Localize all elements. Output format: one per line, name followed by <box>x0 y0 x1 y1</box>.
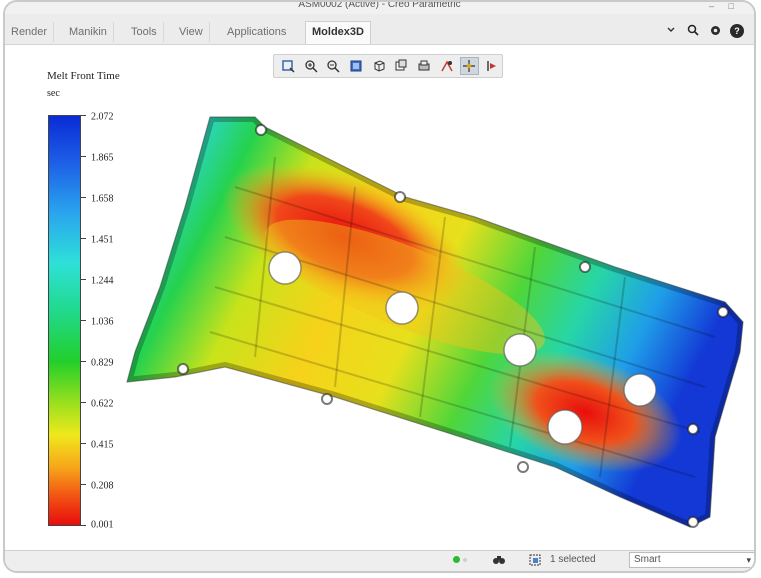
status-bar: 1 selected Smart ▾ <box>5 550 754 571</box>
find-icon[interactable] <box>491 553 507 569</box>
graphics-toolbar <box>273 54 503 78</box>
annotation-display-icon[interactable] <box>482 57 502 75</box>
legend-tick <box>81 115 86 116</box>
app-window: ASM0002 (Active) - Creo Parametric – □ R… <box>3 0 756 573</box>
tab-manikin[interactable]: Manikin <box>63 22 114 42</box>
status-light-icon[interactable] <box>453 556 460 563</box>
legend-tick <box>81 443 86 444</box>
legend-label: 0.415 <box>91 439 114 451</box>
melt-front-model[interactable] <box>115 97 755 537</box>
datum-display-icon[interactable] <box>437 57 457 75</box>
legend-label: 2.072 <box>91 111 114 123</box>
zoom-out-icon[interactable] <box>323 57 343 75</box>
legend-label: 0.001 <box>91 519 114 531</box>
refit-icon[interactable] <box>278 57 298 75</box>
legend-tick <box>81 525 86 526</box>
chevron-down-icon[interactable] <box>664 24 678 38</box>
ribbon-quick-icons: ? <box>664 24 744 38</box>
spin-center-icon[interactable] <box>459 57 480 75</box>
legend-label: 1.036 <box>91 316 114 328</box>
legend-label: 1.865 <box>91 152 114 164</box>
legend-tick <box>81 156 86 157</box>
tab-moldex3d[interactable]: Moldex3D <box>305 21 371 44</box>
legend-tick <box>81 320 86 321</box>
tab-tools[interactable]: Tools <box>125 22 164 42</box>
selection-filter-value: Smart <box>634 554 661 565</box>
search-icon[interactable] <box>686 24 700 38</box>
legend-label: 1.244 <box>91 275 114 287</box>
selection-count: 1 selected <box>550 554 596 565</box>
ribbon: Render Manikin Tools View Applications M… <box>5 14 754 45</box>
legend-label: 1.451 <box>91 234 114 246</box>
title-bar: ASM0002 (Active) - Creo Parametric – □ <box>5 2 754 14</box>
legend-label: 1.658 <box>91 193 114 205</box>
legend-tick <box>81 238 86 239</box>
view-manager-icon[interactable] <box>392 57 412 75</box>
tab-render[interactable]: Render <box>5 22 55 42</box>
zoom-in-icon[interactable] <box>301 57 321 75</box>
status-light-indicator <box>463 558 467 562</box>
legend-label: 0.829 <box>91 357 114 369</box>
window-title: ASM0002 (Active) - Creo Parametric <box>298 0 461 10</box>
tab-view[interactable]: View <box>173 22 210 42</box>
select-box-icon[interactable] <box>527 553 543 569</box>
saved-orientations-icon[interactable] <box>369 57 389 75</box>
legend-colorbar <box>48 115 81 526</box>
chevron-down-icon: ▾ <box>746 555 751 565</box>
settings-icon[interactable] <box>708 24 722 38</box>
legend-tick <box>81 279 86 280</box>
legend-tick <box>81 361 86 362</box>
legend-title: Melt Front Time <box>47 70 120 82</box>
legend-tick <box>81 197 86 198</box>
help-icon[interactable]: ? <box>730 24 744 38</box>
legend-label: 0.622 <box>91 398 114 410</box>
selection-filter-dropdown[interactable]: Smart ▾ <box>629 552 754 568</box>
tab-applications[interactable]: Applications <box>221 22 292 42</box>
legend-unit: sec <box>47 88 60 99</box>
window-controls[interactable]: – □ <box>709 2 740 11</box>
legend-tick <box>81 484 86 485</box>
display-style-icon[interactable] <box>414 57 434 75</box>
legend-tick <box>81 402 86 403</box>
legend-label: 0.208 <box>91 480 114 492</box>
legend-ticks <box>81 115 91 526</box>
repaint-icon[interactable] <box>346 57 366 75</box>
